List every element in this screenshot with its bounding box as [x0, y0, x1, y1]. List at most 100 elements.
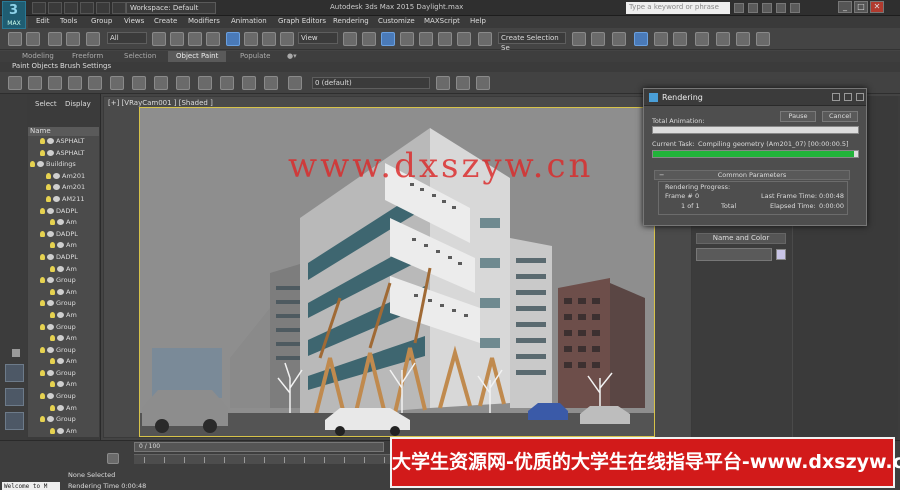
scene-tree-row[interactable]: Group [28, 298, 99, 310]
align-icon[interactable] [591, 32, 605, 46]
light-bulb-icon[interactable] [50, 335, 55, 342]
angle-snap-icon[interactable] [419, 32, 433, 46]
close-button[interactable]: ✕ [870, 1, 884, 13]
dialog-close-button[interactable] [856, 93, 864, 101]
select-and-place-icon[interactable] [280, 32, 294, 46]
rectangular-selection-icon[interactable] [188, 32, 202, 46]
viewport-layout-icon-1[interactable] [5, 364, 24, 382]
light-bulb-icon[interactable] [40, 300, 45, 307]
light-bulb-icon[interactable] [50, 265, 55, 272]
tab-selection[interactable]: Selection [124, 52, 156, 60]
layer-dropdown[interactable]: 0 (default) [312, 77, 430, 89]
menu-group[interactable]: Group [91, 17, 112, 25]
light-bulb-icon[interactable] [46, 195, 51, 202]
scene-tree-row[interactable]: Am [28, 287, 99, 299]
set-current-layer-icon[interactable] [476, 76, 490, 90]
material-editor-icon[interactable] [695, 32, 709, 46]
scroll-handle[interactable] [12, 349, 20, 357]
render-layers-icon[interactable] [154, 76, 168, 90]
curve-editor-icon[interactable] [654, 32, 668, 46]
layer-toggle-icon[interactable] [288, 76, 302, 90]
light-bulb-icon[interactable] [50, 358, 55, 365]
track-bar[interactable] [134, 454, 392, 464]
open-file-icon[interactable] [48, 2, 62, 14]
light-bulb-icon[interactable] [40, 277, 45, 284]
subtab-paint-objects[interactable]: Paint Objects [12, 62, 58, 70]
light-bulb-icon[interactable] [50, 381, 55, 388]
window-crossing-icon[interactable] [206, 32, 220, 46]
light-bulb-icon[interactable] [50, 288, 55, 295]
common-parameters-rollout[interactable]: − Common Parameters [654, 170, 850, 180]
menu-modifiers[interactable]: Modifiers [188, 17, 220, 25]
add-selection-to-layer-icon[interactable] [436, 76, 450, 90]
tab-modeling[interactable]: Modeling [22, 52, 54, 60]
tab-freeform[interactable]: Freeform [72, 52, 103, 60]
layer-properties-icon[interactable] [88, 76, 102, 90]
subtab-brush-settings[interactable]: Brush Settings [60, 62, 111, 70]
subscription-icon[interactable] [748, 3, 758, 13]
named-selection-dropdown[interactable]: Create Selection Se [498, 32, 566, 52]
radiosity-layers-icon[interactable] [198, 76, 212, 90]
redo-icon[interactable] [96, 2, 110, 14]
bind-to-space-warp-icon[interactable] [86, 32, 100, 46]
light-bulb-icon[interactable] [46, 172, 51, 179]
maxscript-listener[interactable]: Welcome to M [2, 482, 60, 490]
minimize-button[interactable]: _ [838, 1, 852, 13]
light-bulb-icon[interactable] [40, 253, 45, 260]
tab-populate[interactable]: Populate [240, 52, 270, 60]
light-bulb-icon[interactable] [40, 393, 45, 400]
layer-manager-icon[interactable] [612, 32, 626, 46]
see-through-icon[interactable] [242, 76, 256, 90]
menu-customize[interactable]: Customize [378, 17, 415, 25]
dialog-maximize-button[interactable] [844, 93, 852, 101]
color-layers-icon[interactable] [176, 76, 190, 90]
reference-coordinate-dropdown[interactable]: View [298, 32, 338, 44]
keyboard-shortcut-override-icon[interactable] [381, 32, 395, 46]
select-and-link-icon[interactable] [48, 32, 62, 46]
light-bulb-icon[interactable] [50, 311, 55, 318]
object-color-swatch[interactable] [776, 249, 786, 260]
viewport-label[interactable]: [+] [VRayCam001 ] [Shaded ] [108, 99, 213, 107]
menu-help[interactable]: Help [470, 17, 486, 25]
menu-animation[interactable]: Animation [231, 17, 267, 25]
maximize-button[interactable]: □ [854, 1, 868, 13]
scene-tree-row[interactable]: ASPHALT [28, 136, 99, 148]
scene-tree-row[interactable]: Group [28, 322, 99, 334]
rendering-dialog-titlebar[interactable]: Rendering [644, 89, 866, 106]
light-bulb-icon[interactable] [40, 369, 45, 376]
render-setup-icon[interactable] [716, 32, 730, 46]
help-icon[interactable] [790, 3, 800, 13]
favorites-icon[interactable] [776, 3, 786, 13]
scene-tree-row[interactable]: Am [28, 333, 99, 345]
select-and-rotate-icon[interactable] [244, 32, 258, 46]
select-by-name-icon[interactable] [170, 32, 184, 46]
rendered-frame-window-icon[interactable] [736, 32, 750, 46]
scene-tree-row[interactable]: DADPL [28, 206, 99, 218]
menu-create[interactable]: Create [154, 17, 177, 25]
cancel-button[interactable]: Cancel [822, 111, 858, 122]
light-bulb-icon[interactable] [40, 323, 45, 330]
light-bulb-icon[interactable] [40, 346, 45, 353]
layer-icon[interactable] [8, 76, 22, 90]
select-manipulate-icon[interactable] [362, 32, 376, 46]
search-input[interactable]: Type a keyword or phrase [626, 2, 730, 14]
save-file-icon[interactable] [64, 2, 78, 14]
name-and-color-rollout[interactable]: Name and Color [696, 233, 786, 244]
redo-icon[interactable] [26, 32, 40, 46]
toggle-ribbon-icon[interactable] [634, 32, 648, 46]
create-layer-icon[interactable] [28, 76, 42, 90]
light-bulb-icon[interactable] [50, 404, 55, 411]
undo-icon[interactable] [80, 2, 94, 14]
scene-tree-row[interactable]: Am [28, 403, 99, 415]
undo-icon[interactable] [8, 32, 22, 46]
scene-tab-display[interactable]: Display [65, 100, 91, 108]
project-folder-icon[interactable] [112, 2, 126, 14]
viewport-layout-icon-3[interactable] [5, 412, 24, 430]
backface-cull-icon[interactable] [264, 76, 278, 90]
menu-graph-editors[interactable]: Graph Editors [278, 17, 326, 25]
scene-tree-row[interactable]: Group [28, 368, 99, 380]
schematic-view-icon[interactable] [673, 32, 687, 46]
percent-snap-icon[interactable] [438, 32, 452, 46]
mini-curve-editor-icon[interactable] [107, 453, 119, 464]
light-bulb-icon[interactable] [50, 427, 55, 434]
